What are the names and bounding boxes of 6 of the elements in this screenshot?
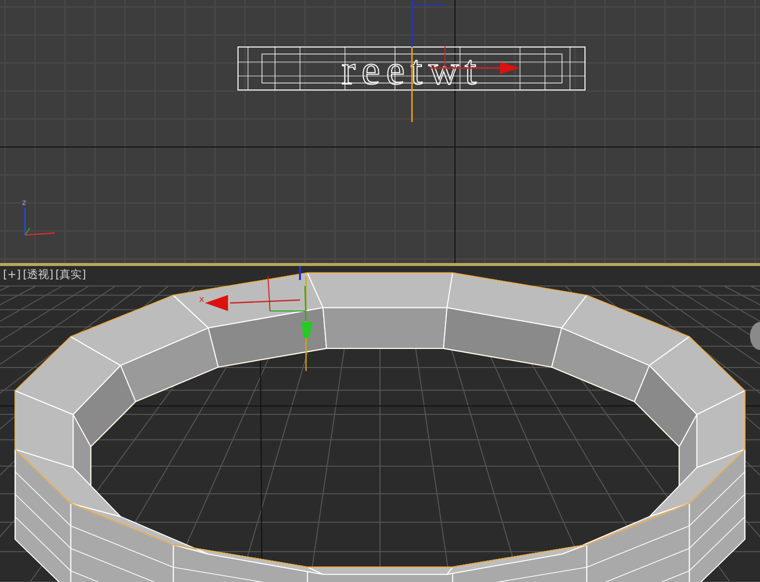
axis-tripod-icon bbox=[24, 208, 56, 236]
viewport-menu-label[interactable]: [真实] bbox=[54, 268, 87, 282]
viewport-menu-label[interactable]: [+] bbox=[2, 268, 22, 282]
viewport-menu-label[interactable]: [透视] bbox=[22, 268, 54, 282]
axis-label: z bbox=[22, 198, 26, 207]
axis-label: x bbox=[199, 295, 204, 305]
